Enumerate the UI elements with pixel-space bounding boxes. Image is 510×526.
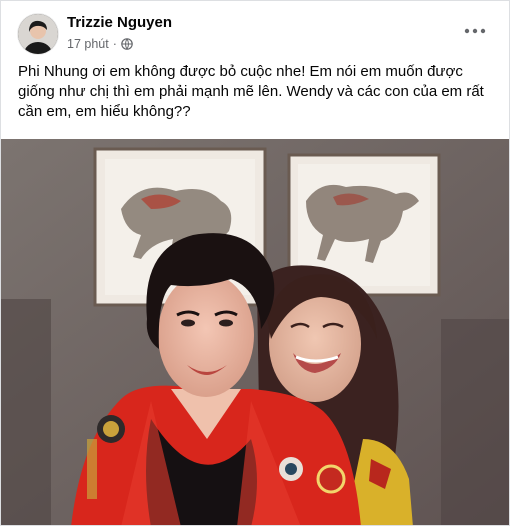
post-text-line: giống như chị thì em phải mạnh mẽ lên. W… [18,83,484,100]
more-options-icon[interactable] [461,21,489,41]
timestamp[interactable]: 17 phút [67,37,109,51]
globe-icon[interactable] [121,38,133,50]
post-text: Phi Nhung ơi em không được bỏ cuộc nhe! … [18,62,498,122]
post-text-line: Phi Nhung ơi em không được bỏ cuộc nhe! … [18,63,463,80]
author-avatar[interactable] [18,14,58,54]
facebook-post: Trizzie Nguyen 17 phút · Phi Nhung ơi em… [0,0,510,526]
meta-separator: · [112,37,117,51]
post-text-line: cần em, em hiểu không?? [18,103,191,120]
post-meta: 17 phút · [67,37,133,51]
author-name[interactable]: Trizzie Nguyen [67,14,172,31]
post-photo[interactable] [1,139,509,525]
post-header: Trizzie Nguyen 17 phút · [1,1,509,59]
